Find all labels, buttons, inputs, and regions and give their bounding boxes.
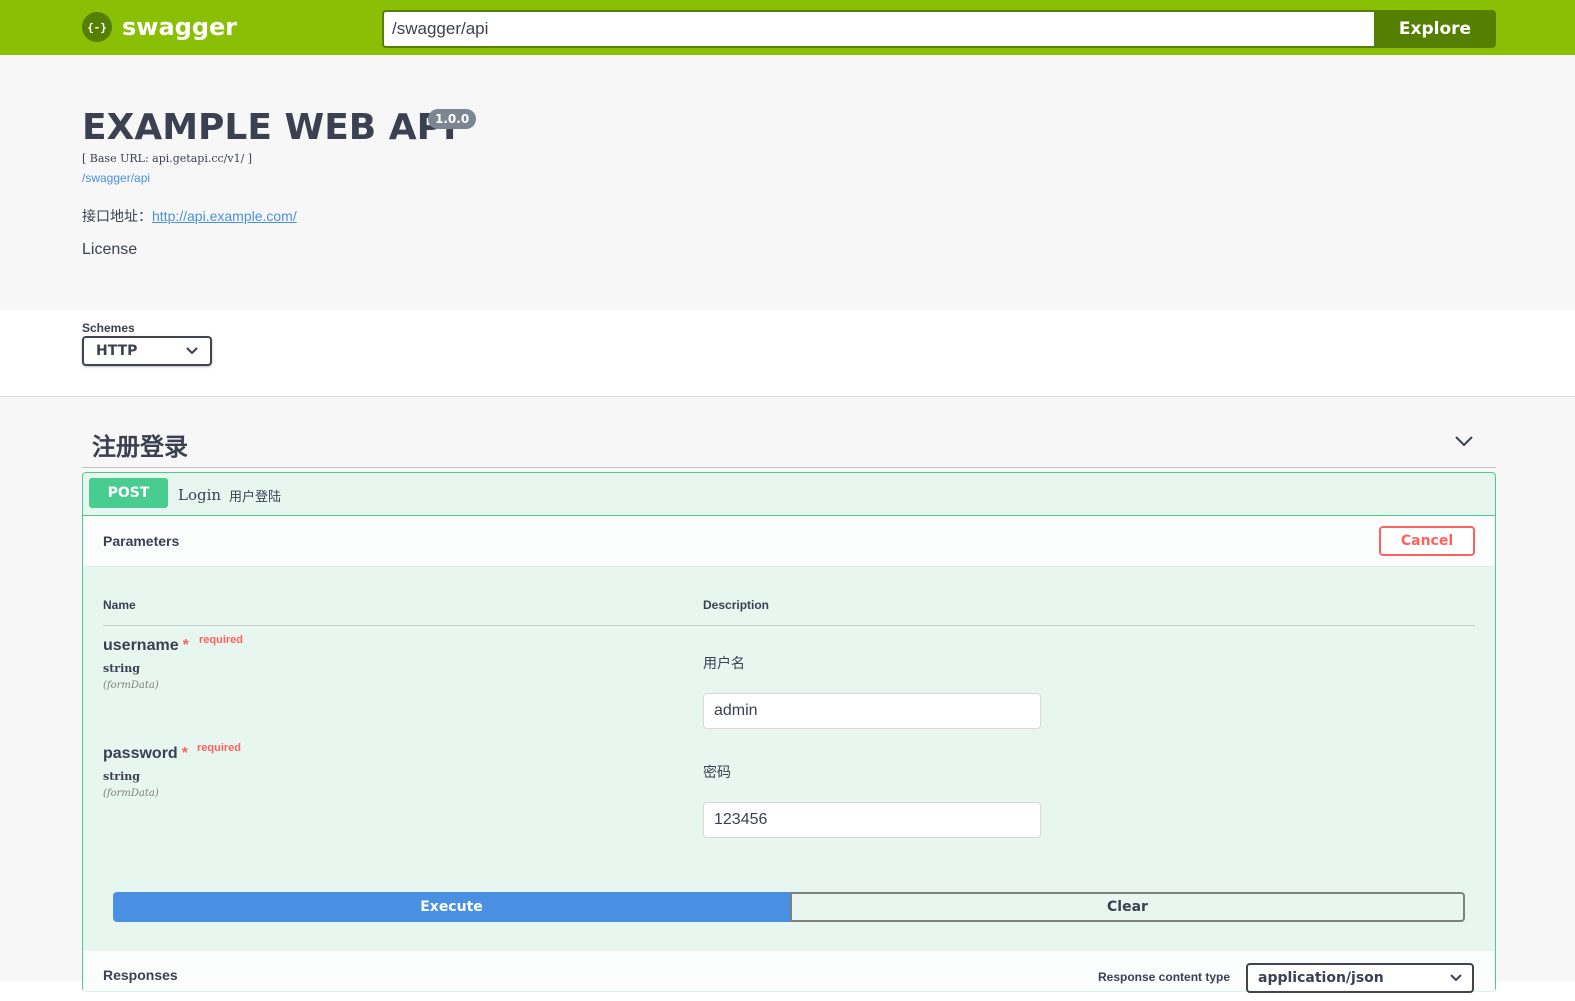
schemes-selected-value: HTTP [96,343,138,359]
execute-wrapper: Execute Clear [113,892,1465,922]
swagger-logo-icon: {-} [82,12,112,42]
chevron-down-icon[interactable] [1454,431,1474,451]
response-content-type-label: Response content type [1098,970,1231,984]
param-name-password: password * [103,745,188,762]
operations-area: 注册登录 POST Login 用户登陆 Parameters Cancel N… [0,397,1575,1001]
execute-button[interactable]: Execute [113,892,790,922]
operation-block: POST Login 用户登陆 Parameters Cancel Name D… [82,472,1496,1001]
operation-summary-text: 用户登陆 [229,489,282,504]
explore-button[interactable]: Explore [1374,10,1496,48]
operation-path: Login [178,486,222,504]
topbar: {-} swagger Explore [0,0,1575,55]
spec-link[interactable]: /swagger/api [82,171,150,185]
api-address: 接口地址：http://api.example.com/ [82,206,297,226]
base-url: [ Base URL: api.getapi.cc/v1/ ] [82,152,253,165]
schemes-section: Schemes HTTP [0,310,1575,397]
required-label: required [199,634,244,646]
version-badge: 1.0.0 [428,109,477,129]
responses-header: Responses Response content type applicat… [83,951,1495,1001]
api-address-label: 接口地址： [82,208,152,224]
license-link[interactable]: License [82,241,137,259]
header-divider [103,625,1475,626]
spec-url-input[interactable] [382,10,1374,48]
api-title: EXAMPLE WEB API [82,107,457,148]
api-address-link[interactable]: http://api.example.com/ [152,208,297,224]
cancel-button[interactable]: Cancel [1379,526,1475,556]
clear-button[interactable]: Clear [790,892,1465,922]
chevron-down-icon [186,347,198,355]
param-description-password: 密码 [703,764,731,780]
param-description-username: 用户名 [703,655,745,671]
param-type: string [103,662,140,675]
method-badge: POST [89,478,168,508]
tag-title: 注册登录 [92,433,188,461]
required-label: required [197,742,242,754]
column-header-name: Name [103,598,136,612]
username-input[interactable] [703,693,1041,729]
swagger-logo-text: swagger [122,13,238,41]
schemes-label: Schemes [82,321,135,335]
response-content-type-select[interactable]: application/json [1246,963,1474,993]
column-header-description: Description [703,598,770,612]
info-section: EXAMPLE WEB API 1.0.0 [ Base URL: api.ge… [0,55,1575,310]
schemes-select[interactable]: HTTP [82,336,212,366]
response-content-type-value: application/json [1258,970,1384,986]
param-in: (formData) [103,680,159,691]
operation-summary[interactable]: POST Login 用户登陆 [83,473,1495,516]
parameters-header: Parameters Cancel [83,516,1495,567]
swagger-logo[interactable]: {-} swagger [82,12,237,42]
param-name-username: username * [103,637,189,654]
parameters-title: Parameters [103,533,180,549]
password-input[interactable] [703,802,1041,838]
param-in: (formData) [103,788,159,799]
param-type: string [103,770,140,783]
tag-header[interactable]: 注册登录 [82,417,1496,468]
